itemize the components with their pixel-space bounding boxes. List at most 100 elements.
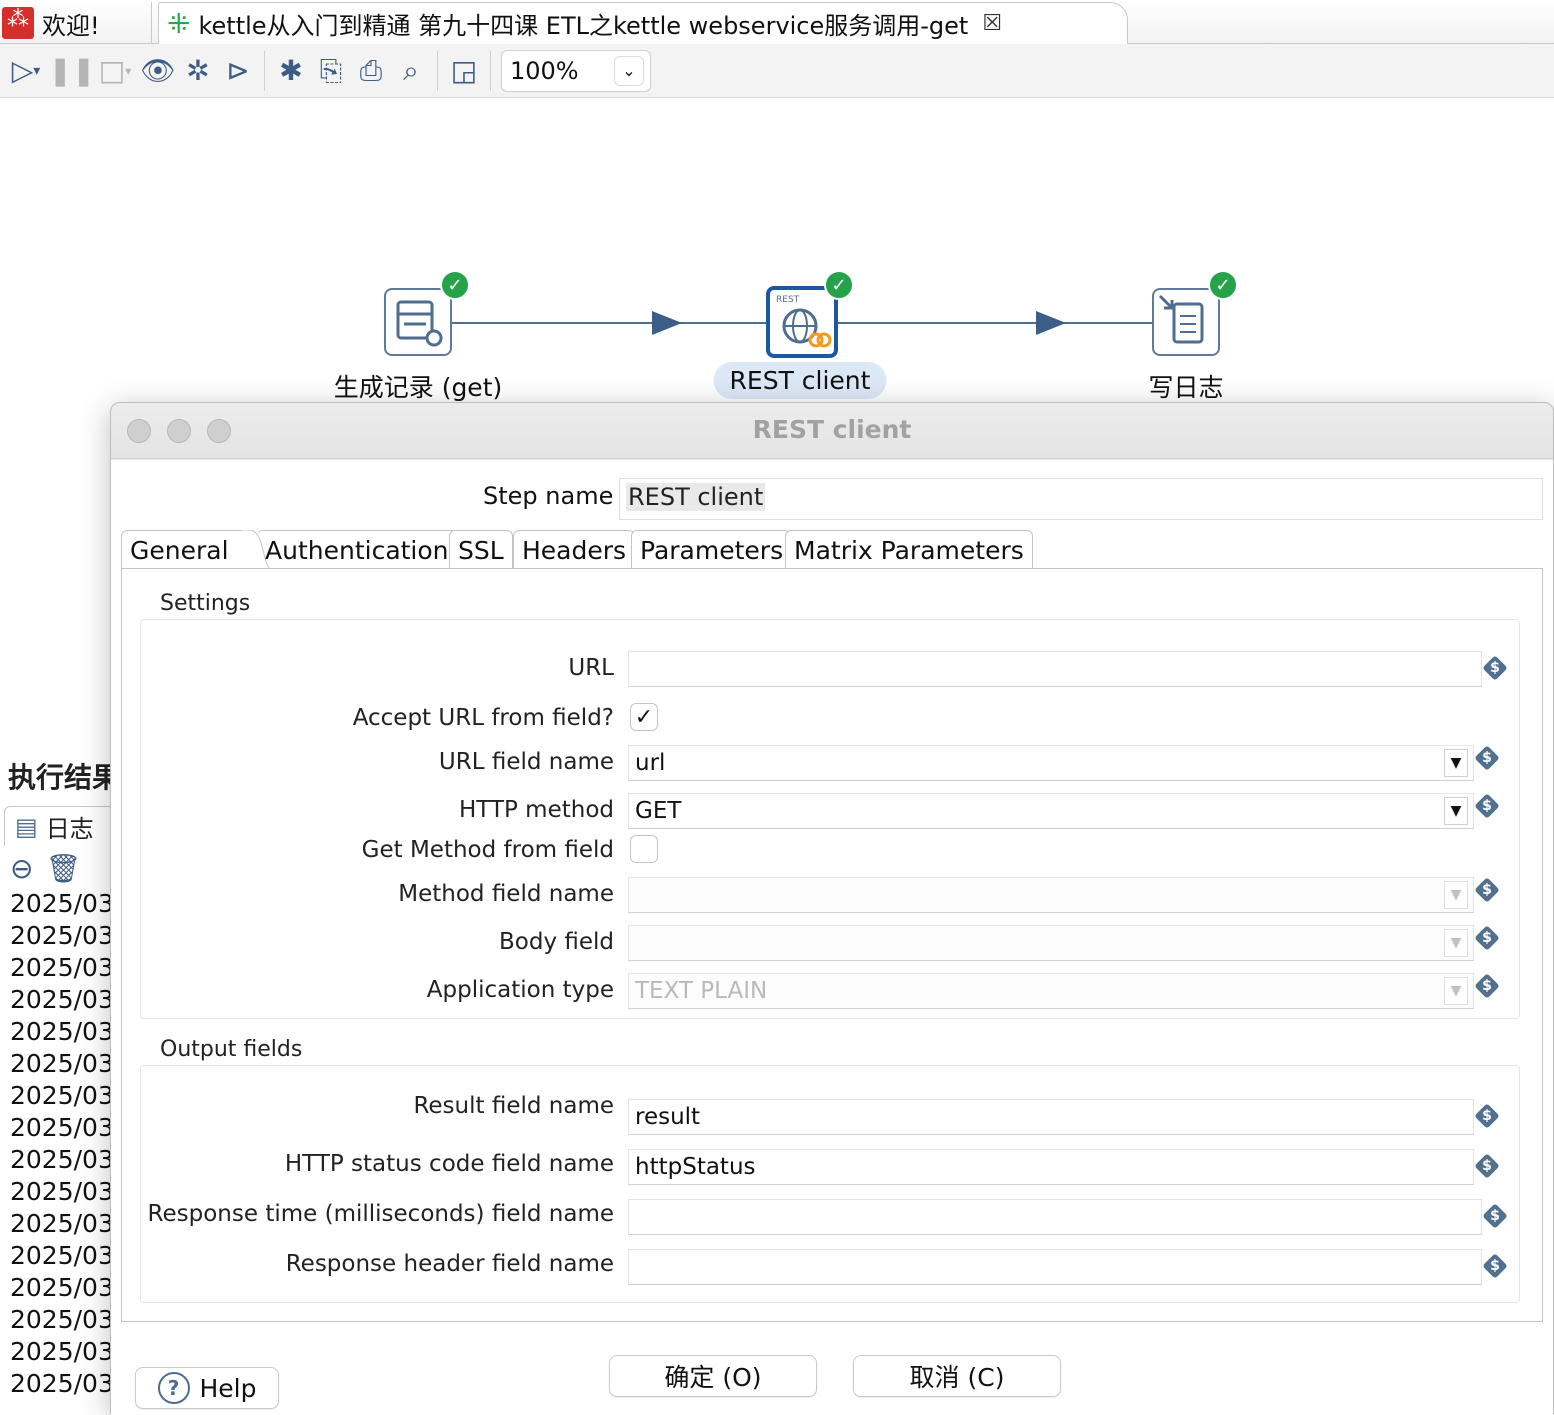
tab-welcome-label: 欢迎! — [42, 11, 100, 40]
show-results-icon[interactable]: ◲ — [444, 51, 484, 91]
close-tab-icon[interactable]: ☒ — [982, 11, 1002, 36]
chevron-down-icon[interactable]: ▼ — [1444, 881, 1468, 909]
tab-matrix-parameters[interactable]: Matrix Parameters — [785, 530, 1033, 570]
hop-2[interactable] — [836, 322, 1152, 324]
zoom-select[interactable]: 100% ⌄ — [501, 49, 651, 92]
replay-icon[interactable]: ⊳ — [218, 51, 258, 91]
explore-db-icon[interactable]: ⌕ — [391, 51, 431, 91]
rest-client-icon: REST — [776, 295, 832, 348]
cancel-button[interactable]: 取消 (C) — [853, 1355, 1061, 1397]
tab-transformation-label: kettle从入门到精通 第九十四课 ETL之kettle webservice… — [198, 12, 969, 40]
result-field-label: Result field name — [413, 1093, 614, 1119]
dialog-body: Step name REST client General Authentica… — [111, 460, 1553, 1415]
sql-icon[interactable]: ⎙ — [351, 51, 391, 91]
tab-transformation[interactable]: ⁜ kettle从入门到精通 第九十四课 ETL之kettle webservi… — [158, 2, 1128, 44]
tab-headers[interactable]: Headers — [513, 530, 636, 570]
chevron-down-icon[interactable]: ▼ — [1444, 977, 1468, 1005]
pause-icon[interactable]: ❚❚ — [49, 51, 96, 91]
url-field-select[interactable]: url — [628, 745, 1474, 781]
status-ok-icon: ✓ — [824, 270, 854, 300]
svg-text:REST: REST — [776, 295, 800, 305]
variable-icon[interactable] — [1474, 925, 1500, 951]
app-type-select[interactable]: TEXT PLAIN — [628, 973, 1474, 1009]
log-line: 2025/03 — [10, 1017, 114, 1046]
dialog-titlebar[interactable]: REST client — [111, 403, 1553, 459]
url-input[interactable] — [628, 651, 1482, 687]
cancel-button-label: 取消 (C) — [909, 1363, 1005, 1392]
log-line: 2025/03 — [10, 1049, 114, 1078]
result-field-input[interactable]: result — [628, 1099, 1474, 1135]
response-time-label: Response time (milliseconds) field name — [147, 1201, 614, 1227]
output-group-label: Output fields — [160, 1037, 303, 1062]
verify-icon[interactable]: ✱ — [271, 51, 311, 91]
tab-general[interactable]: General — [121, 530, 249, 570]
log-line: 2025/03 — [10, 953, 114, 982]
stop-icon[interactable]: □ ▾ — [92, 51, 138, 91]
debug-icon[interactable]: ✲ — [178, 51, 218, 91]
variable-icon[interactable] — [1474, 877, 1500, 903]
response-header-input[interactable] — [628, 1249, 1482, 1285]
tab-parameters[interactable]: Parameters — [631, 530, 793, 570]
ok-button[interactable]: 确定 (O) — [609, 1355, 817, 1397]
method-field-select[interactable] — [628, 877, 1474, 913]
tab-log[interactable]: ▤ 日志 — [4, 806, 120, 846]
zoom-value: 100% — [510, 56, 579, 85]
step-generate-rows[interactable]: ✓ — [384, 270, 470, 356]
log-line: 2025/03 — [10, 1209, 114, 1238]
accept-url-label: Accept URL from field? — [352, 705, 614, 731]
toolbar-separator — [264, 50, 265, 91]
run-icon[interactable]: ▷ ▾ — [0, 51, 52, 91]
http-method-select[interactable]: GET — [628, 793, 1474, 829]
step-name-label: Step name — [483, 482, 614, 510]
transformation-icon: ⁜ — [167, 7, 191, 40]
get-method-checkbox[interactable] — [630, 835, 658, 863]
step-name-value: REST client — [626, 483, 766, 511]
chevron-down-icon[interactable]: ⌄ — [614, 55, 644, 86]
log-line: 2025/03 — [10, 1369, 114, 1398]
write-to-log-icon — [1158, 294, 1204, 344]
variable-icon[interactable] — [1474, 793, 1500, 819]
chevron-down-icon[interactable]: ▼ — [1444, 797, 1468, 825]
method-field-label: Method field name — [398, 881, 614, 907]
body-field-select[interactable] — [628, 925, 1474, 961]
trash-icon[interactable]: 🗑 — [45, 852, 81, 885]
toolbar-separator — [437, 50, 438, 91]
step-name-input[interactable]: REST client — [619, 478, 1543, 520]
generate-rows-icon — [396, 300, 443, 347]
dialog-title: REST client — [752, 415, 912, 444]
step-label-rest-client: REST client — [713, 362, 887, 399]
chevron-down-icon[interactable]: ▼ — [1444, 749, 1468, 777]
ok-button-label: 确定 (O) — [664, 1363, 762, 1392]
clear-log-icon[interactable]: ⊖ — [10, 852, 33, 885]
chevron-down-icon[interactable]: ▼ — [1444, 929, 1468, 957]
general-tab-content: Settings URL Accept URL from field? ✓ UR… — [121, 568, 1543, 1322]
tab-ssl[interactable]: SSL — [449, 530, 513, 570]
tab-welcome[interactable]: 欢迎! — [2, 2, 152, 44]
log-line: 2025/03 — [10, 1305, 114, 1334]
settings-group-label: Settings — [160, 591, 251, 616]
variable-icon[interactable] — [1474, 973, 1500, 999]
variable-icon[interactable] — [1474, 1153, 1500, 1179]
impact-icon[interactable]: ⎘ — [311, 51, 351, 91]
preview-icon[interactable]: 👁 — [138, 51, 178, 91]
variable-icon[interactable] — [1474, 745, 1500, 771]
help-button-label: Help — [199, 1373, 257, 1403]
log-line: 2025/03 — [10, 1177, 114, 1206]
status-field-input[interactable]: httpStatus — [628, 1149, 1474, 1185]
tab-log-label: 日志 — [45, 815, 94, 843]
response-time-input[interactable] — [628, 1199, 1482, 1235]
step-rest-client[interactable]: REST ✓ — [766, 270, 854, 358]
help-button[interactable]: ? Help — [135, 1367, 279, 1409]
tab-authentication[interactable]: Authentication — [257, 530, 458, 570]
url-label: URL — [568, 655, 614, 681]
step-write-to-log[interactable]: ✓ — [1152, 270, 1238, 356]
variable-icon[interactable] — [1474, 1103, 1500, 1129]
variable-icon[interactable] — [1482, 655, 1508, 681]
hop-1[interactable] — [452, 322, 766, 324]
accept-url-checkbox[interactable]: ✓ — [630, 703, 658, 731]
get-method-label: Get Method from field — [361, 837, 614, 863]
step-label-generate-rows: 生成记录 (get) — [333, 373, 503, 402]
http-method-label: HTTP method — [459, 797, 614, 823]
variable-icon[interactable] — [1482, 1253, 1508, 1279]
variable-icon[interactable] — [1482, 1203, 1508, 1229]
